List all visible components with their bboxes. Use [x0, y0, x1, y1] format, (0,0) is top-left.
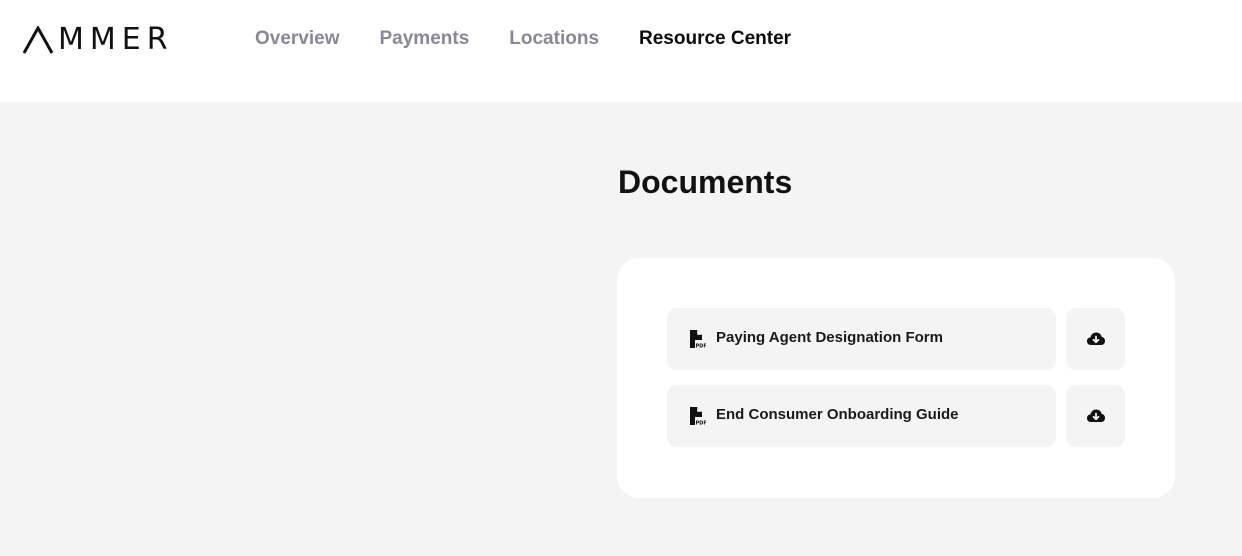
- document-name: Paying Agent Designation Form: [716, 328, 943, 346]
- document-row: PDF Paying Agent Designation Form: [667, 308, 1125, 370]
- documents-card: PDF Paying Agent Designation Form PDF En…: [617, 258, 1175, 498]
- nav-payments[interactable]: Payments: [380, 28, 470, 50]
- ammer-logo[interactable]: MMER: [22, 24, 174, 56]
- nav-resource-center[interactable]: Resource Center: [639, 28, 791, 50]
- nav-locations[interactable]: Locations: [509, 28, 599, 50]
- document-link-end-consumer-onboarding-guide[interactable]: PDF End Consumer Onboarding Guide: [667, 385, 1056, 447]
- pdf-file-icon: PDF: [689, 406, 706, 426]
- cloud-download-icon: [1086, 409, 1105, 422]
- svg-text:PDF: PDF: [696, 421, 707, 427]
- logo-wordmark: MMER: [58, 22, 174, 57]
- nav-overview[interactable]: Overview: [255, 28, 340, 50]
- cloud-download-icon: [1086, 332, 1105, 345]
- document-link-paying-agent-designation-form[interactable]: PDF Paying Agent Designation Form: [667, 308, 1056, 370]
- top-header: MMER Overview Payments Locations Resourc…: [0, 0, 1242, 102]
- logo-lambda-mark: [22, 26, 54, 54]
- pdf-file-icon: PDF: [689, 329, 706, 349]
- download-button-paying-agent-designation-form[interactable]: [1066, 308, 1125, 370]
- main-nav: Overview Payments Locations Resource Cen…: [255, 26, 831, 52]
- page-title: Documents: [618, 164, 793, 200]
- document-row: PDF End Consumer Onboarding Guide: [667, 385, 1125, 447]
- svg-text:PDF: PDF: [696, 344, 707, 350]
- document-name: End Consumer Onboarding Guide: [716, 405, 959, 423]
- download-button-end-consumer-onboarding-guide[interactable]: [1066, 385, 1125, 447]
